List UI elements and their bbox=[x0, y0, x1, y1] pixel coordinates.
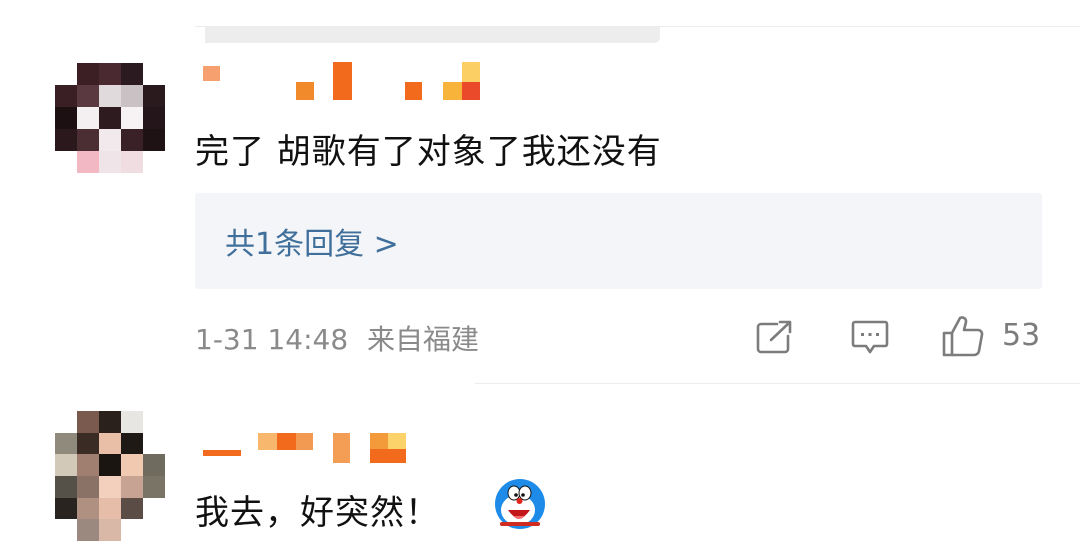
comment-text: 完了 胡歌有了对象了我还没有 bbox=[195, 132, 662, 172]
comment-meta: 1-31 14:48 来自福建 bbox=[195, 318, 479, 358]
like-count: 53 bbox=[1002, 318, 1041, 353]
reply-box[interactable]: 共1条回复 > bbox=[195, 193, 1042, 289]
previous-item-fragment bbox=[205, 27, 660, 43]
comment-divider bbox=[475, 383, 1080, 384]
comment-icon[interactable] bbox=[850, 319, 890, 357]
username[interactable] bbox=[200, 62, 485, 102]
view-replies-link[interactable]: 共1条回复 > bbox=[225, 219, 399, 263]
avatar[interactable] bbox=[55, 63, 165, 173]
avatar[interactable] bbox=[55, 411, 165, 541]
comment-text: 我去，好突然！ bbox=[195, 493, 440, 533]
doraemon-emoji bbox=[495, 479, 545, 529]
timestamp: 1-31 14:48 bbox=[195, 323, 349, 356]
username[interactable] bbox=[200, 428, 410, 468]
share-icon[interactable] bbox=[755, 319, 795, 355]
location: 来自福建 bbox=[367, 323, 480, 356]
like-icon[interactable] bbox=[940, 313, 986, 359]
